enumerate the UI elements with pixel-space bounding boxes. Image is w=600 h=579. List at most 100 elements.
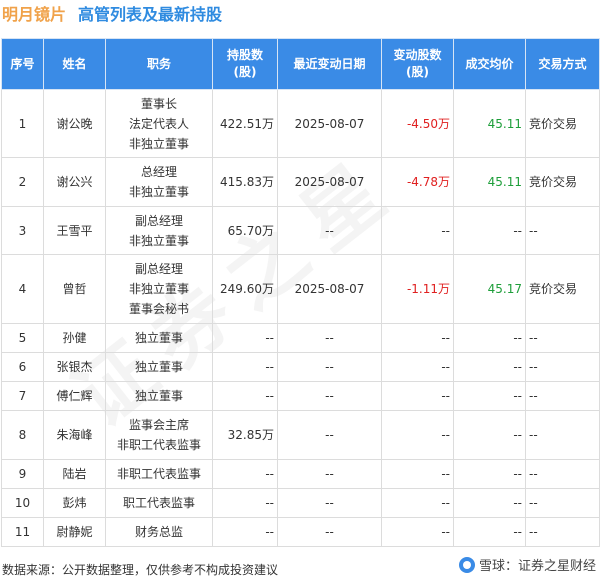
role-line: 非独立董事: [128, 136, 189, 151]
header-change-line2: (股): [406, 65, 429, 79]
cell-date: 2025-08-07: [277, 157, 382, 207]
cell-index: 5: [1, 323, 44, 353]
cell-shares: 65.70万: [212, 206, 278, 255]
cell-index: 8: [1, 410, 44, 460]
cell-method: 竞价交易: [525, 89, 600, 158]
cell-price: 45.17: [453, 254, 526, 324]
cell-index: 11: [1, 517, 44, 547]
cell-index: 4: [1, 254, 44, 324]
role-line: 董事长: [140, 96, 177, 111]
role-line: 非独立董事: [128, 185, 189, 199]
cell-change: --: [381, 488, 454, 518]
cell-shares: 249.60万: [212, 254, 278, 324]
role-line: 副总经理: [134, 262, 183, 276]
cell-change: --: [381, 323, 454, 353]
brand: 雪球：证券之星财经: [458, 555, 596, 574]
cell-index: 2: [1, 157, 44, 207]
header-role: 职务: [105, 38, 213, 90]
cell-role: 副总经理 非独立董事 董事会秘书: [105, 254, 213, 324]
cell-method: --: [525, 352, 600, 382]
cell-change: --: [381, 352, 454, 382]
cell-method: --: [525, 459, 600, 489]
cell-index: 9: [1, 459, 44, 489]
cell-shares: --: [212, 323, 278, 353]
cell-date: 2025-08-07: [277, 254, 382, 324]
header-name: 姓名: [43, 38, 106, 90]
cell-change: --: [381, 410, 454, 460]
cell-role: 副总经理 非独立董事: [105, 206, 213, 255]
cell-name: 王雪平: [43, 206, 106, 255]
cell-role: 独立董事: [105, 381, 213, 411]
cell-price: --: [453, 410, 526, 460]
cell-role: 独立董事: [105, 323, 213, 353]
table-row: 11 尉静妮 财务总监 -- -- -- -- --: [1, 517, 600, 547]
cell-name: 尉静妮: [43, 517, 106, 547]
table-row: 5 孙健 独立董事 -- -- -- -- --: [1, 323, 600, 353]
cell-name: 彭炜: [43, 488, 106, 518]
cell-method: 竞价交易: [525, 254, 600, 324]
role-line: 独立董事: [134, 389, 183, 403]
header-index: 序号: [1, 38, 44, 90]
cell-change: --: [381, 517, 454, 547]
cell-role: 监事会主席 非职工代表监事: [105, 410, 213, 460]
table-row: 3 王雪平 副总经理 非独立董事 65.70万 -- -- -- --: [1, 206, 600, 255]
role-line: 财务总监: [134, 525, 183, 539]
table-header-row: 序号 姓名 职务 持股数 (股) 最近变动日期 变动股数 (股) 成交均价 交易…: [1, 38, 600, 90]
cell-name: 张银杰: [43, 352, 106, 382]
table-row: 7 傅仁辉 独立董事 -- -- -- -- --: [1, 381, 600, 411]
table-row: 1 谢公晚 董事长 法定代表人 非独立董事 422.51万 2025-08-07 -4.50万…: [1, 89, 600, 158]
cell-shares: --: [212, 381, 278, 411]
role-line: 职工代表监事: [122, 496, 195, 510]
cell-name: 谢公兴: [43, 157, 106, 207]
cell-change: -1.11万: [381, 254, 454, 324]
page-title: 明月镜片 高管列表及最新持股: [2, 2, 222, 28]
company-name: 明月镜片: [2, 5, 67, 24]
title-subtitle: 高管列表及最新持股: [78, 5, 223, 24]
role-line: 独立董事: [134, 360, 183, 374]
table-row: 10 彭炜 职工代表监事 -- -- -- -- --: [1, 488, 600, 518]
cell-method: --: [525, 323, 600, 353]
role-line: 副总经理: [134, 213, 183, 228]
cell-price: --: [453, 323, 526, 353]
role-line: 非独立董事: [128, 282, 189, 296]
cell-name: 朱海峰: [43, 410, 106, 460]
cell-price: --: [453, 352, 526, 382]
cell-method: 竞价交易: [525, 157, 600, 207]
cell-date: --: [277, 410, 382, 460]
table-row: 4 曾哲 副总经理 非独立董事 董事会秘书 249.60万 2025-08-07 -1.11万…: [1, 254, 600, 324]
role-line: 总经理: [140, 165, 177, 179]
cell-shares: 422.51万: [212, 89, 278, 158]
cell-price: --: [453, 517, 526, 547]
cell-change: --: [381, 459, 454, 489]
cell-shares: --: [212, 352, 278, 382]
cell-name: 谢公晚: [43, 89, 106, 158]
role-line: 非独立董事: [128, 233, 189, 248]
cell-method: --: [525, 381, 600, 411]
cell-method: --: [525, 488, 600, 518]
cell-price: --: [453, 381, 526, 411]
cell-shares: 32.85万: [212, 410, 278, 460]
cell-date: --: [277, 381, 382, 411]
header-price: 成交均价: [453, 38, 526, 90]
snowball-logo-icon: [458, 556, 475, 573]
cell-price: 45.11: [453, 157, 526, 207]
cell-index: 7: [1, 381, 44, 411]
cell-shares: --: [212, 488, 278, 518]
cell-method: --: [525, 410, 600, 460]
cell-change: -4.78万: [381, 157, 454, 207]
cell-index: 10: [1, 488, 44, 518]
role-line: 独立董事: [134, 331, 183, 345]
cell-change: -4.50万: [381, 89, 454, 158]
cell-date: --: [277, 352, 382, 382]
cell-shares: --: [212, 517, 278, 547]
cell-change: --: [381, 381, 454, 411]
cell-date: --: [277, 323, 382, 353]
role-line: 监事会主席: [128, 418, 189, 432]
cell-date: --: [277, 206, 382, 255]
table-body: 1 谢公晚 董事长 法定代表人 非独立董事 422.51万 2025-08-07 -4.50万…: [1, 89, 600, 547]
cell-price: --: [453, 488, 526, 518]
cell-name: 傅仁辉: [43, 381, 106, 411]
cell-method: --: [525, 206, 600, 255]
cell-date: 2025-08-07: [277, 89, 382, 158]
table-row: 8 朱海峰 监事会主席 非职工代表监事 32.85万 -- -- -- --: [1, 410, 600, 460]
